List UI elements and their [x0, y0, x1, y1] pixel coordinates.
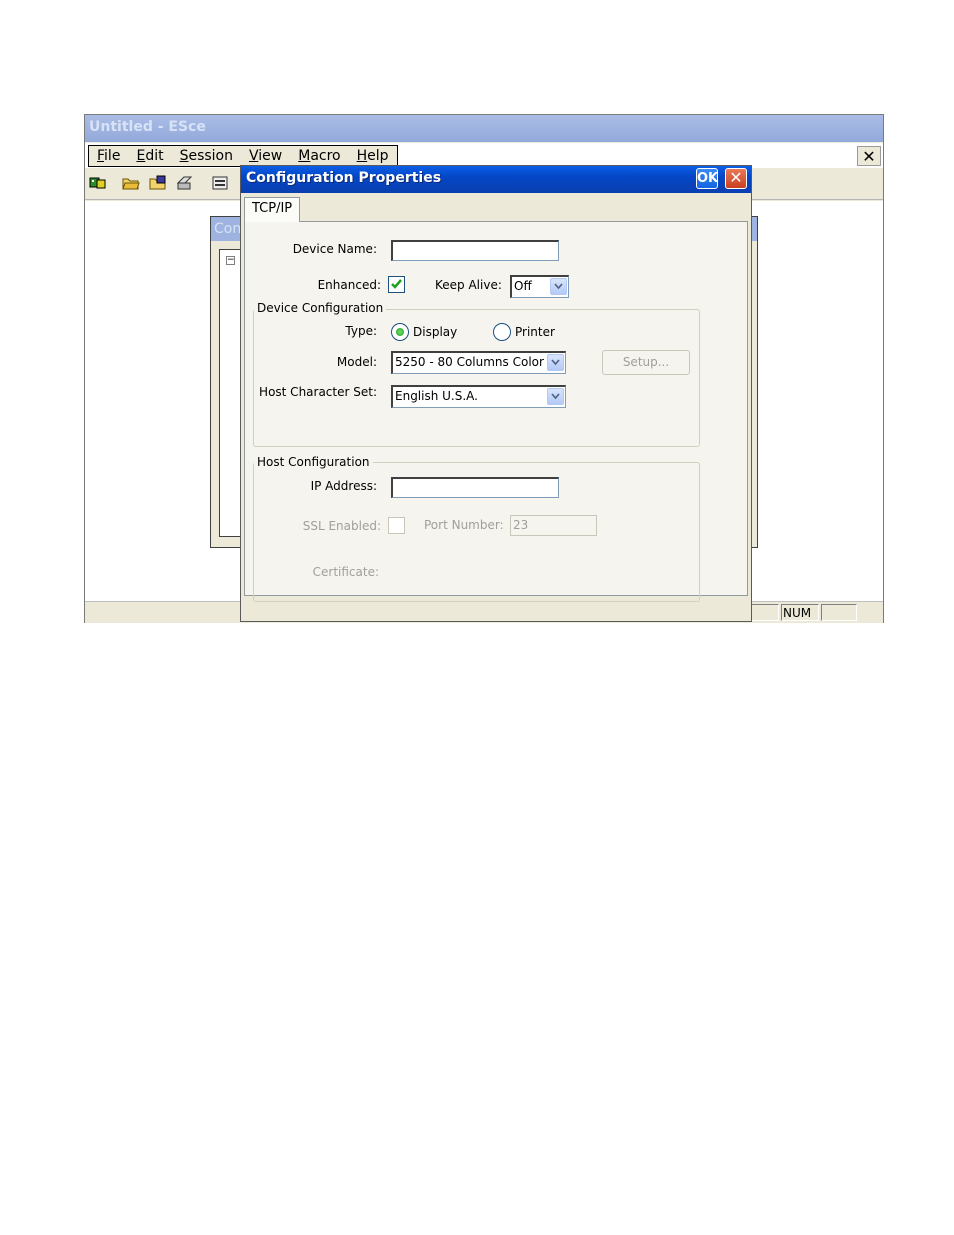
dialog-title: Configuration Properties: [246, 170, 442, 186]
ip-address-label: IP Address:: [310, 479, 377, 493]
setup-button[interactable]: Setup...: [602, 350, 690, 375]
collapse-icon[interactable]: −: [226, 256, 235, 265]
device-name-label: Device Name:: [292, 242, 377, 256]
port-number-input[interactable]: 23: [510, 515, 597, 536]
type-display-radio[interactable]: [391, 323, 409, 341]
status-num: NUM: [781, 604, 819, 621]
connect-icon[interactable]: [88, 173, 108, 193]
certificate-label: Certificate:: [312, 565, 379, 579]
model-label: Model:: [336, 355, 377, 369]
print-icon[interactable]: [175, 173, 195, 193]
keep-alive-select[interactable]: Off: [510, 275, 569, 298]
menu-file[interactable]: File: [89, 146, 128, 166]
enhanced-label: Enhanced:: [317, 278, 381, 292]
main-window-title: Untitled - ESce: [89, 119, 206, 135]
check-icon: [391, 279, 402, 289]
configuration-dialog: Configuration Properties OK ✕ TCP/IP Dev…: [240, 165, 752, 622]
device-name-input[interactable]: [391, 240, 559, 261]
connection-window-title: Con: [214, 221, 242, 237]
radio-selected-dot: [396, 328, 404, 336]
session-icon[interactable]: [210, 173, 230, 193]
menu-macro[interactable]: Macro: [290, 146, 348, 166]
open-folder-icon[interactable]: [121, 173, 141, 193]
main-close-button[interactable]: ✕: [857, 146, 881, 166]
menu-help[interactable]: Help: [349, 146, 397, 166]
host-character-set-label: Host Character Set:: [259, 385, 377, 399]
menu-edit[interactable]: Edit: [128, 146, 171, 166]
close-icon[interactable]: ✕: [725, 168, 747, 189]
type-printer-label: Printer: [515, 325, 555, 339]
menu-view[interactable]: View: [241, 146, 290, 166]
save-folder-icon[interactable]: [148, 173, 168, 193]
model-value: 5250 - 80 Columns Color: [395, 355, 544, 369]
host-character-set-value: English U.S.A.: [395, 389, 478, 403]
host-character-set-select[interactable]: English U.S.A.: [391, 385, 566, 408]
keep-alive-value: Off: [514, 279, 532, 293]
ok-button[interactable]: OK: [696, 168, 718, 189]
chevron-down-icon[interactable]: [547, 354, 564, 371]
type-label: Type:: [345, 324, 377, 338]
model-select[interactable]: 5250 - 80 Columns Color: [391, 351, 566, 374]
menu: File Edit Session View Macro Help: [88, 145, 398, 167]
ip-address-input[interactable]: [391, 477, 559, 498]
device-configuration-title: Device Configuration: [254, 301, 387, 315]
status-cell: [821, 604, 857, 621]
chevron-down-icon[interactable]: [550, 278, 567, 295]
keep-alive-label: Keep Alive:: [435, 278, 502, 292]
tab-page: Device Name: Enhanced: Keep Alive: Off D…: [244, 221, 748, 602]
main-title-bar[interactable]: Untitled - ESce: [85, 115, 883, 142]
ssl-enabled-checkbox[interactable]: [388, 517, 405, 534]
menu-session[interactable]: Session: [172, 146, 241, 166]
dialog-title-bar[interactable]: Configuration Properties OK ✕: [241, 166, 751, 193]
chevron-down-icon[interactable]: [547, 388, 564, 405]
type-display-label: Display: [413, 325, 458, 339]
enhanced-checkbox[interactable]: [388, 276, 405, 293]
ssl-enabled-label: SSL Enabled:: [302, 519, 381, 533]
type-printer-radio[interactable]: [493, 323, 511, 341]
host-configuration-title: Host Configuration: [254, 455, 373, 469]
tab-tcp-ip[interactable]: TCP/IP: [244, 197, 301, 222]
port-number-label: Port Number:: [424, 518, 504, 532]
